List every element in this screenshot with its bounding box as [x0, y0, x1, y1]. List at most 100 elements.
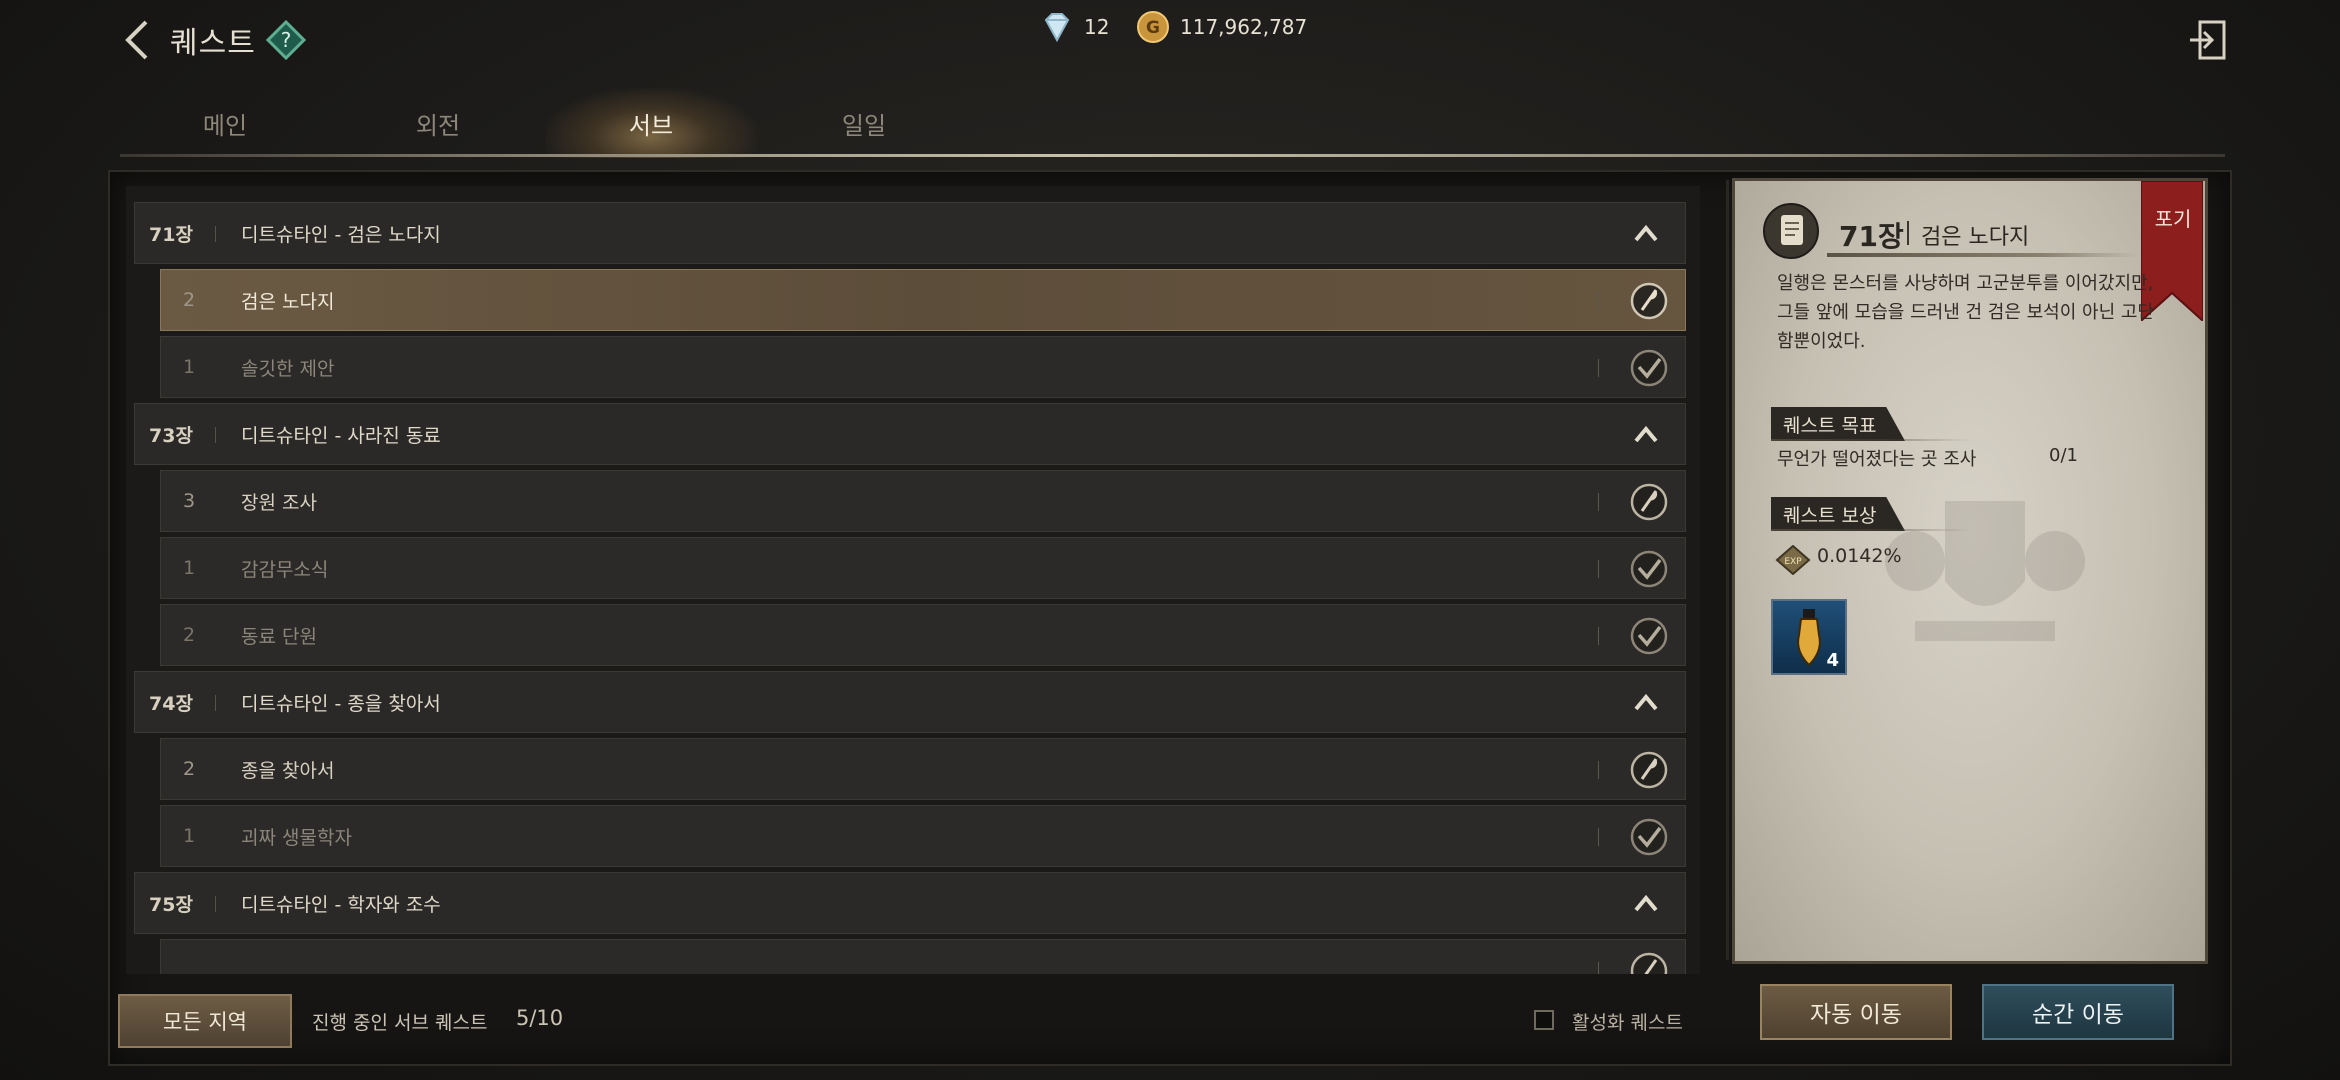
chevron-up-icon[interactable]	[1631, 420, 1661, 450]
progress-count: 5/10	[516, 1006, 564, 1030]
chapter-number: 71장	[149, 223, 193, 246]
quest-description: 일행은 몬스터를 사냥하며 고군분투를 이어갔지만, 그들 앞에 모습을 드러낸…	[1777, 273, 2154, 352]
divider	[1598, 627, 1599, 645]
quest-row-selected[interactable]: 2 검은 노다지	[160, 269, 1686, 331]
quest-row[interactable]: 3 장원 조사	[160, 470, 1686, 532]
quest-number: 1	[183, 825, 196, 847]
chapter-number: 73장	[149, 424, 193, 447]
quest-row[interactable]: 1 괴짜 생물학자	[160, 805, 1686, 867]
active-quest-checkbox[interactable]	[1534, 1010, 1554, 1030]
divider	[1598, 359, 1599, 377]
panel-divider	[1726, 180, 1729, 960]
abandon-button[interactable]: 포기	[2148, 203, 2198, 232]
quest-detail-panel: 71장 검은 노다지 포기 일행은 몬스터를 사냥하며 고군분투를 이어갔지만,…	[1732, 178, 2208, 964]
chapter-row[interactable]: 73장 디트슈타인 - 사라진 동료	[134, 403, 1686, 465]
chapter-title: 디트슈타인 - 학자와 조수	[241, 893, 441, 916]
progress-label: 진행 중인 서브 퀘스트	[312, 1012, 488, 1034]
exp-icon: EXP	[1775, 545, 1811, 575]
divider	[1598, 292, 1599, 310]
detail-title: 검은 노다지	[1921, 225, 2030, 250]
svg-text:?: ?	[281, 28, 292, 52]
auto-move-button[interactable]: 자동 이동	[1760, 984, 1952, 1040]
quest-in-progress-icon	[1630, 952, 1668, 974]
quest-title: 감감무소식	[241, 558, 329, 581]
goal-count: 0/1	[2049, 445, 2078, 466]
chapter-number: 75장	[149, 893, 193, 916]
quest-title: 종을 찾아서	[241, 759, 335, 782]
quest-number: 1	[183, 356, 196, 378]
potion-icon	[1797, 609, 1821, 667]
quest-list[interactable]: 71장 디트슈타인 - 검은 노다지 2 검은 노다지 1 솔깃한 제안 73장…	[126, 186, 1700, 974]
help-icon[interactable]: ?	[266, 20, 306, 60]
quest-title: 동료 단원	[241, 625, 317, 648]
quest-in-progress-icon	[1630, 282, 1668, 320]
goal-header: 퀘스트 목표	[1771, 407, 1905, 441]
chapter-title: 디트슈타인 - 사라진 동료	[241, 424, 441, 447]
quest-title: 솔깃한 제안	[241, 357, 335, 380]
divider	[215, 695, 216, 711]
quest-number: 2	[183, 289, 196, 311]
quest-in-progress-icon	[1630, 483, 1668, 521]
teleport-button[interactable]: 순간 이동	[1982, 984, 2174, 1040]
active-quest-label: 활성화 퀘스트	[1572, 1012, 1683, 1034]
chapter-number: 74장	[149, 692, 193, 715]
quest-row[interactable]: 2 종을 찾아서	[160, 738, 1686, 800]
title-underline	[1827, 253, 2137, 257]
svg-text:G: G	[1146, 18, 1160, 38]
quest-row[interactable]	[160, 939, 1686, 974]
quest-row[interactable]: 1 감감무소식	[160, 537, 1686, 599]
divider	[1598, 560, 1599, 578]
divider	[215, 427, 216, 443]
scroll-icon	[1763, 203, 1819, 259]
quest-title: 검은 노다지	[241, 290, 335, 313]
gold-coin-icon: G	[1137, 11, 1169, 43]
tab-bar: 메인 외전 서브 일일	[120, 88, 2220, 158]
quest-complete-icon	[1630, 550, 1668, 588]
chapter-title: 디트슈타인 - 검은 노다지	[241, 223, 441, 246]
chapter-row[interactable]: 74장 디트슈타인 - 종을 찾아서	[134, 671, 1686, 733]
divider	[1771, 439, 1971, 441]
divider	[1598, 761, 1599, 779]
page-title: 퀘스트	[170, 26, 256, 61]
divider	[1598, 962, 1599, 974]
svg-text:EXP: EXP	[1784, 557, 1802, 567]
diamond-icon	[1044, 13, 1070, 43]
chapter-title: 디트슈타인 - 종을 찾아서	[241, 692, 441, 715]
quest-complete-icon	[1630, 349, 1668, 387]
divider	[1771, 529, 1971, 531]
detail-chapter: 71장	[1839, 220, 1904, 253]
gem-count: 12	[1084, 15, 1110, 39]
quest-title: 괴짜 생물학자	[241, 826, 352, 849]
quest-title: 장원 조사	[241, 491, 317, 514]
reward-header: 퀘스트 보상	[1771, 497, 1905, 531]
exit-icon	[2190, 20, 2226, 60]
divider	[215, 896, 216, 912]
chapter-row[interactable]: 75장 디트슈타인 - 학자와 조수	[134, 872, 1686, 934]
crest-watermark-icon	[1885, 501, 2085, 641]
quest-complete-icon	[1630, 617, 1668, 655]
reward-item-quantity: 4	[1826, 650, 1839, 671]
chevron-up-icon[interactable]	[1631, 889, 1661, 919]
chevron-up-icon[interactable]	[1631, 219, 1661, 249]
all-regions-button[interactable]: 모든 지역	[118, 994, 292, 1048]
divider	[1598, 493, 1599, 511]
tab-sub[interactable]: 서브	[546, 88, 756, 158]
tab-side-story[interactable]: 외전	[333, 88, 543, 158]
gold-count: 117,962,787	[1180, 15, 1308, 39]
divider	[1598, 828, 1599, 846]
tab-main[interactable]: 메인	[120, 88, 330, 158]
quest-row[interactable]: 2 동료 단원	[160, 604, 1686, 666]
reward-item-slot[interactable]: 4	[1771, 599, 1847, 675]
chapter-row[interactable]: 71장 디트슈타인 - 검은 노다지	[134, 202, 1686, 264]
quest-row[interactable]: 1 솔깃한 제안	[160, 336, 1686, 398]
tab-daily[interactable]: 일일	[759, 88, 969, 158]
quest-complete-icon	[1630, 818, 1668, 856]
quest-number: 2	[183, 624, 196, 646]
chevron-left-icon	[125, 20, 148, 60]
exp-reward-value: 0.0142%	[1817, 545, 1902, 567]
chevron-up-icon[interactable]	[1631, 688, 1661, 718]
divider	[1907, 221, 1909, 245]
back-button[interactable]	[118, 18, 158, 62]
exit-button[interactable]	[2188, 18, 2228, 62]
divider	[215, 226, 216, 242]
